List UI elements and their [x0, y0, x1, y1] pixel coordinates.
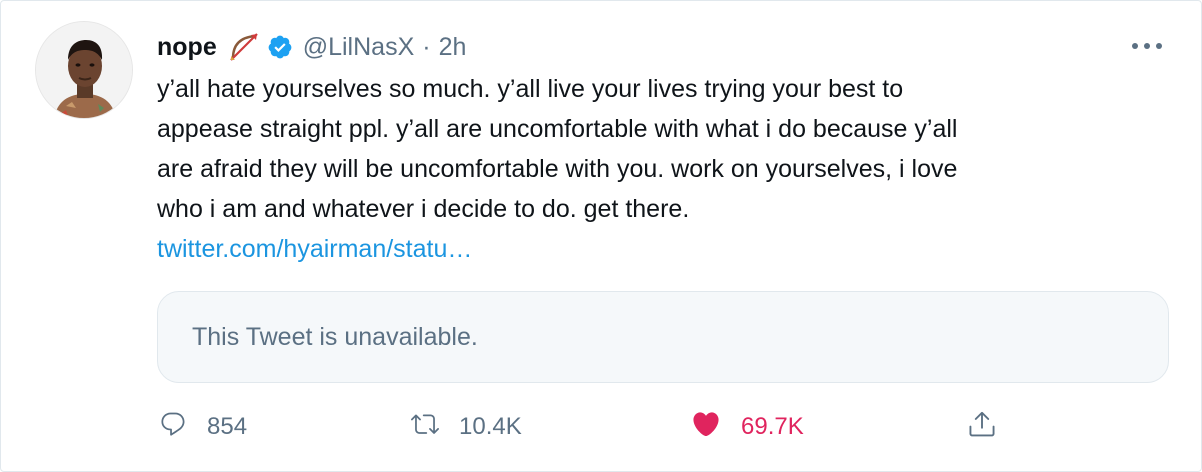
tweet-actions: 854 10.4K 69.7K — [1, 405, 1201, 449]
tweet-text-line: are afraid they will be uncomfortable wi… — [157, 155, 958, 183]
heart-icon — [691, 409, 721, 446]
display-name[interactable]: nope — [157, 33, 217, 62]
tweet-link[interactable]: twitter.com/hyairman/statu… — [157, 229, 472, 269]
tweet-text: y’all hate yourselves so much. y’all liv… — [157, 69, 1157, 229]
share-button[interactable] — [967, 405, 997, 449]
reply-count: 854 — [207, 413, 248, 440]
verified-badge-icon — [267, 34, 293, 60]
tweet-text-line: who i am and whatever i decide to do. ge… — [157, 195, 690, 223]
separator: · — [422, 32, 431, 61]
reply-icon — [159, 410, 187, 445]
retweet-icon — [411, 410, 439, 445]
retweet-button[interactable]: 10.4K — [411, 405, 522, 449]
tweet-text-line: appease straight ppl. y’all are uncomfor… — [157, 115, 958, 143]
bow-and-arrow-emoji — [227, 32, 261, 62]
author-handle[interactable]: @LilNasX — [303, 33, 415, 62]
tweet-header: nope @LilNasX · 2h — [157, 27, 466, 67]
more-options-icon[interactable] — [1129, 31, 1165, 61]
reply-button[interactable]: 854 — [159, 405, 247, 449]
tweet-text-line: y’all hate yourselves so much. y’all liv… — [157, 75, 904, 103]
quoted-tweet-unavailable[interactable]: This Tweet is unavailable. — [157, 291, 1169, 383]
tweet-card: nope @LilNasX · 2h y’all hate yourselves… — [0, 0, 1202, 472]
like-button[interactable]: 69.7K — [691, 405, 804, 449]
avatar[interactable] — [35, 21, 133, 119]
quoted-tweet-text: This Tweet is unavailable. — [192, 322, 478, 351]
retweet-count: 10.4K — [459, 413, 522, 440]
share-icon — [967, 409, 997, 446]
like-count: 69.7K — [741, 413, 804, 440]
tweet-timestamp[interactable]: 2h — [439, 33, 467, 62]
